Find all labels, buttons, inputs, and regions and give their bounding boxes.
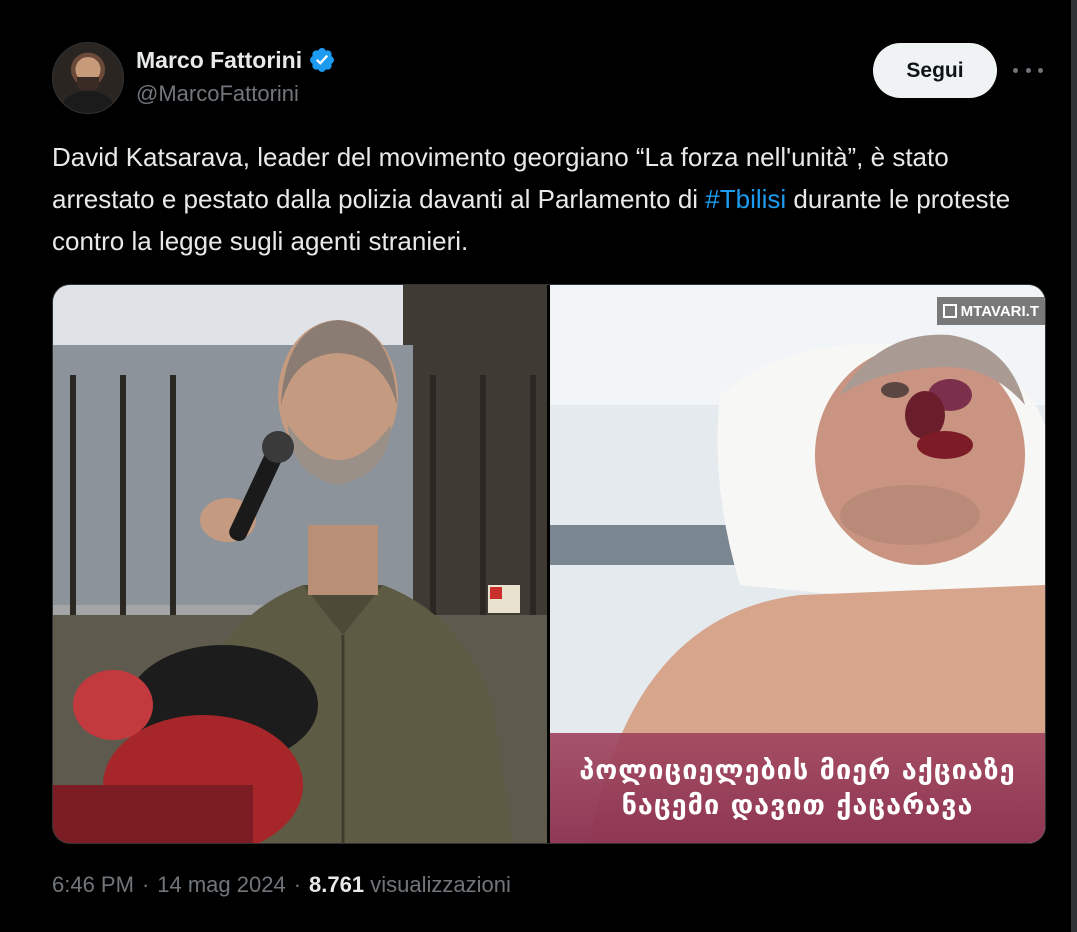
media-photo-right[interactable]: MTAVARI.T პოლიციელების მიერ აქციაზე ნაცე… bbox=[550, 285, 1045, 843]
caption-line-2: ნაცემი დავით ქაცარავა bbox=[621, 790, 974, 821]
tweet-date[interactable]: 14 mag 2024 bbox=[157, 872, 285, 898]
verified-badge-icon bbox=[308, 46, 336, 74]
media-photo-left[interactable] bbox=[53, 285, 547, 843]
media-watermark: MTAVARI.T bbox=[936, 297, 1045, 325]
tweet-text: David Katsarava, leader del movimento ge… bbox=[52, 136, 1042, 262]
author-avatar[interactable] bbox=[52, 42, 124, 114]
follow-button[interactable]: Segui bbox=[873, 43, 997, 98]
more-horizontal-icon[interactable] bbox=[1013, 58, 1043, 82]
views-count: 8.761 bbox=[309, 872, 365, 897]
hashtag-link[interactable]: #Tbilisi bbox=[705, 184, 786, 214]
author-display-name[interactable]: Marco Fattorini bbox=[136, 47, 302, 74]
speaker-photo bbox=[53, 285, 547, 843]
media-caption: პოლიციელების მიერ აქციაზე ნაცემი დავით ქ… bbox=[550, 733, 1045, 843]
watermark-logo-icon bbox=[942, 304, 957, 318]
author-name-row[interactable]: Marco Fattorini bbox=[136, 46, 336, 74]
tweet-media[interactable]: MTAVARI.T პოლიციელების მიერ აქციაზე ნაცე… bbox=[52, 284, 1046, 844]
meta-separator: · bbox=[293, 872, 302, 897]
tweet-time[interactable]: 6:46 PM bbox=[52, 872, 134, 898]
column-border bbox=[1071, 0, 1077, 932]
watermark-text: MTAVARI.T bbox=[960, 302, 1039, 320]
author-handle[interactable]: @MarcoFattorini bbox=[136, 81, 299, 107]
meta-separator: · bbox=[141, 872, 150, 897]
caption-line-1: პოლიციელების მიერ აქციაზე bbox=[579, 755, 1016, 786]
views-label: visualizzazioni bbox=[370, 872, 511, 897]
tweet-meta: 6:46 PM · 14 mag 2024 · 8.761 visualizza… bbox=[52, 872, 511, 898]
tweet-detail: Marco Fattorini @MarcoFattorini Segui Da… bbox=[0, 0, 1077, 932]
